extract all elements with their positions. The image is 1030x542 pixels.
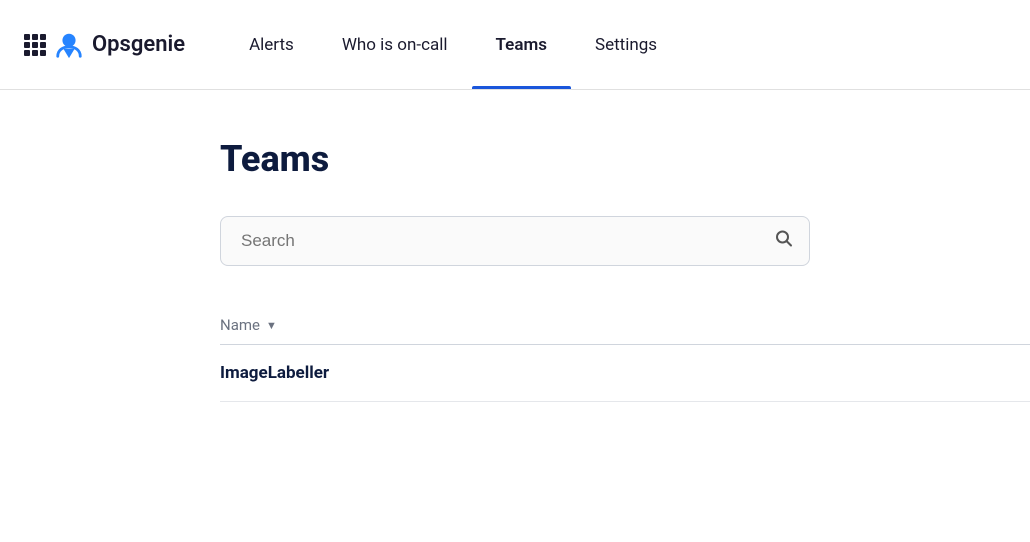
grid-dot: [32, 42, 38, 48]
grid-dot: [32, 50, 38, 56]
search-input[interactable]: [220, 216, 810, 266]
header: Opsgenie Alerts Who is on-call Teams Set…: [0, 0, 1030, 90]
nav-item-teams[interactable]: Teams: [472, 0, 571, 89]
name-column-sort[interactable]: Name ▼: [220, 316, 277, 334]
grid-dot: [40, 42, 46, 48]
nav-item-settings[interactable]: Settings: [571, 0, 681, 89]
name-column-label: Name: [220, 316, 260, 334]
app-grid-icon[interactable]: [24, 34, 46, 56]
grid-dot: [40, 50, 46, 56]
logo-area[interactable]: Opsgenie: [54, 30, 185, 60]
opsgenie-logo-icon: [54, 30, 84, 60]
sort-chevron-icon: ▼: [266, 319, 277, 332]
app-name-label: Opsgenie: [92, 32, 185, 57]
nav-item-who-is-on-call[interactable]: Who is on-call: [318, 0, 472, 89]
grid-dot: [24, 34, 30, 40]
search-container: [220, 216, 810, 266]
team-name-link[interactable]: ImageLabeller: [220, 363, 329, 383]
grid-dot: [32, 34, 38, 40]
main-content: Teams Name ▼ ImageLabeller: [0, 90, 1030, 402]
nav-item-alerts[interactable]: Alerts: [225, 0, 318, 89]
table-row: ImageLabeller: [220, 345, 1030, 402]
main-nav: Alerts Who is on-call Teams Settings: [225, 0, 681, 89]
page-title: Teams: [220, 138, 1030, 180]
grid-dot: [24, 42, 30, 48]
grid-dot: [24, 50, 30, 56]
grid-dot: [40, 34, 46, 40]
table-header: Name ▼: [220, 306, 1030, 345]
